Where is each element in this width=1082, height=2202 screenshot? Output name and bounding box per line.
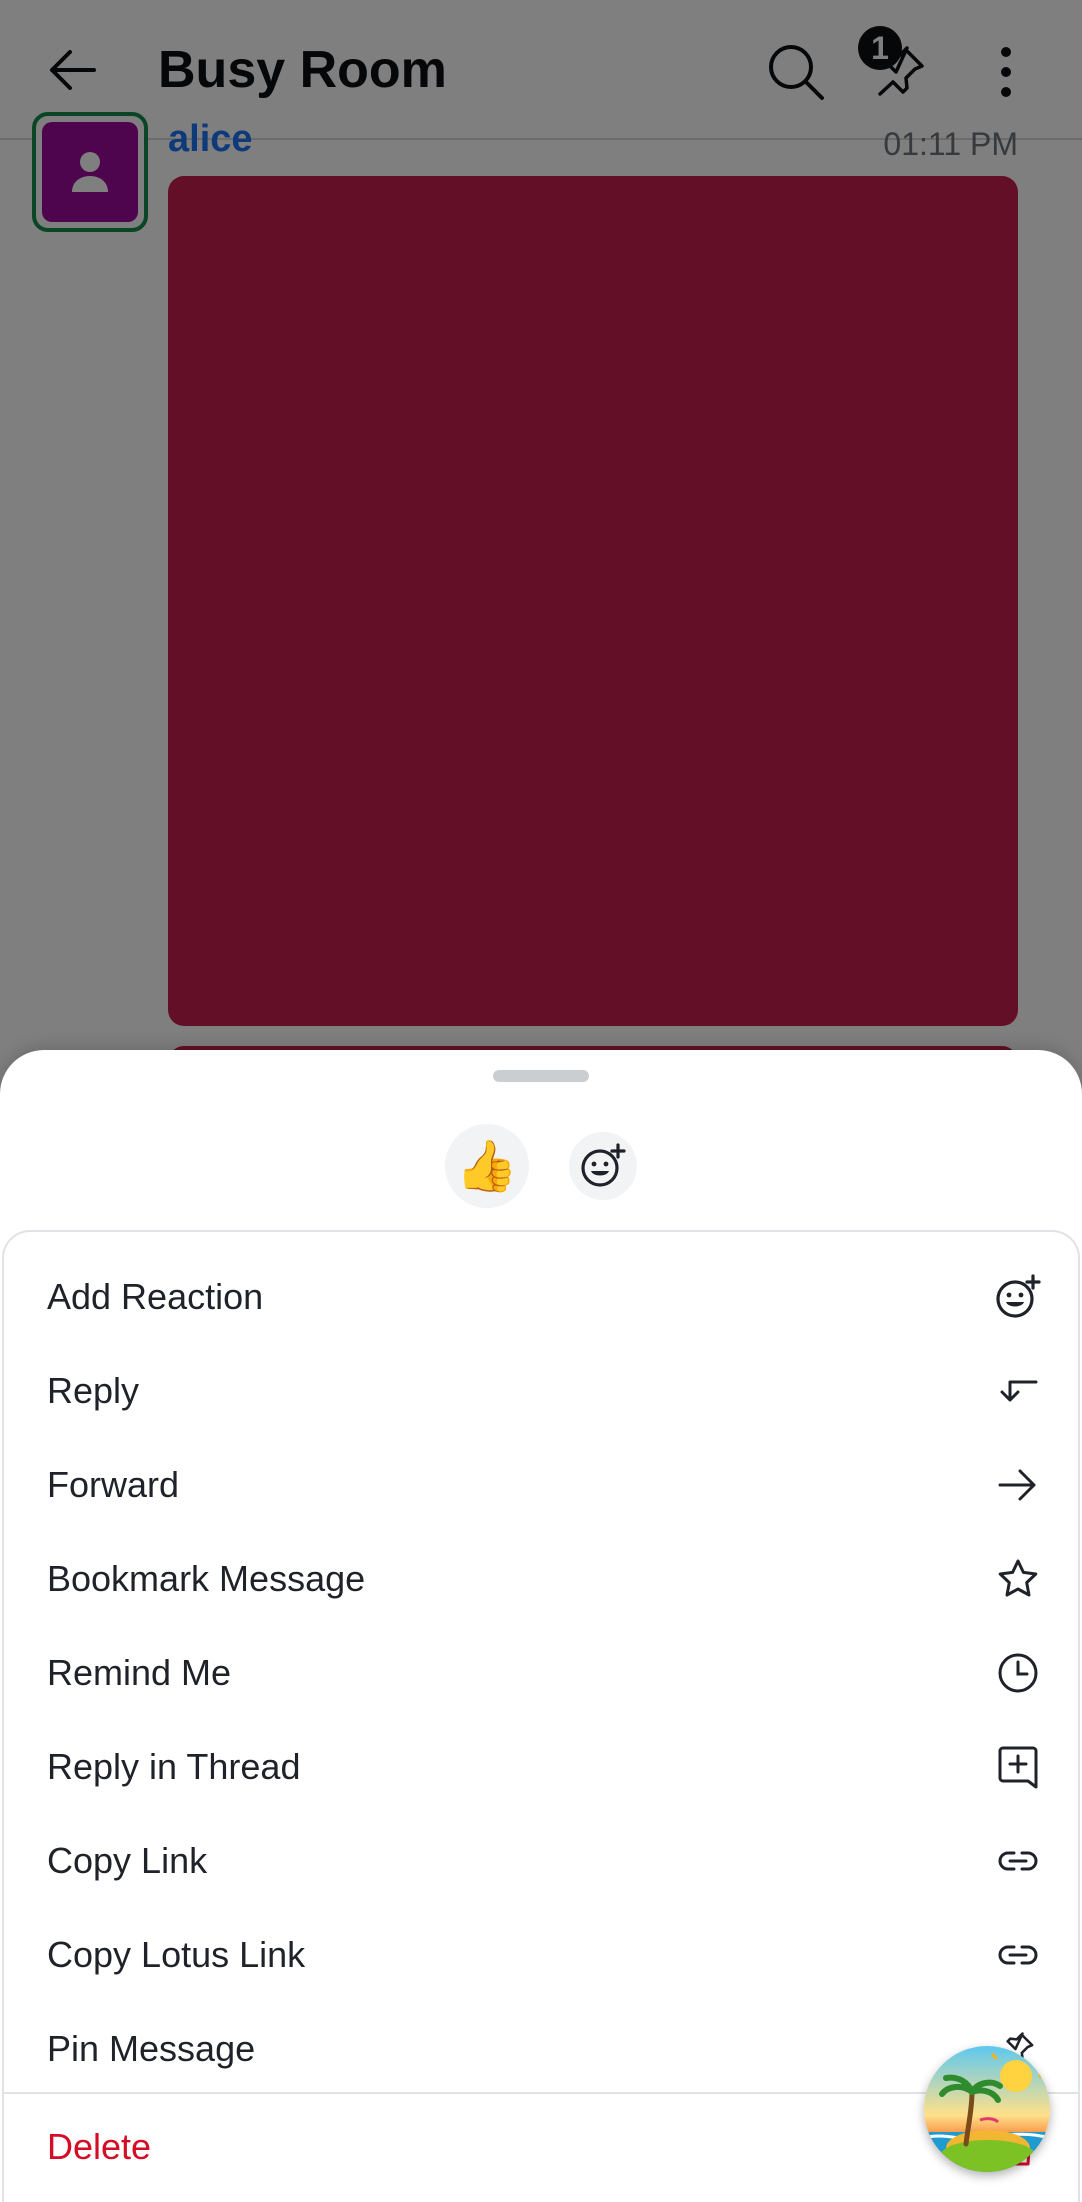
action-reply-in-thread[interactable]: Reply in Thread: [4, 1720, 1078, 1814]
action-reply[interactable]: Reply: [4, 1344, 1078, 1438]
action-label: Bookmark Message: [47, 1558, 366, 1599]
island-logo-icon: [924, 2046, 1050, 2172]
thumbs-up-icon: 👍: [455, 1137, 519, 1194]
action-label: Delete: [47, 2126, 152, 2167]
link-icon: [994, 1931, 1042, 1979]
action-pin-message[interactable]: Pin Message: [4, 2002, 1078, 2096]
action-copy-link[interactable]: Copy Link: [4, 1814, 1078, 1908]
action-label: Add Reaction: [47, 1276, 264, 1317]
action-label: Copy Lotus Link: [47, 1934, 306, 1975]
add-reaction-quick-button[interactable]: [569, 1132, 637, 1200]
action-bookmark-message[interactable]: Bookmark Message: [4, 1532, 1078, 1626]
sheet-drag-handle[interactable]: [493, 1070, 589, 1082]
action-remind-me[interactable]: Remind Me: [4, 1626, 1078, 1720]
message-actions-sheet: 👍 Add Reaction Reply Forward Bookmark Me…: [0, 1050, 1082, 2202]
action-label: Copy Link: [47, 1840, 208, 1881]
action-forward[interactable]: Forward: [4, 1438, 1078, 1532]
add-reaction-icon: [581, 1143, 626, 1187]
action-label: Reply: [47, 1370, 140, 1411]
floating-app-button[interactable]: [924, 2046, 1050, 2172]
clock-icon: [994, 1649, 1042, 1697]
action-label: Pin Message: [47, 2028, 256, 2069]
action-add-reaction[interactable]: Add Reaction: [4, 1250, 1078, 1344]
action-label: Remind Me: [47, 1652, 232, 1693]
reply-icon: [994, 1367, 1042, 1415]
action-label: Forward: [47, 1464, 180, 1505]
star-icon: [994, 1555, 1042, 1603]
quick-reactions-bar: 👍: [0, 1124, 1082, 1210]
actions-list: Add Reaction Reply Forward Bookmark Mess…: [2, 1230, 1080, 2202]
action-copy-lotus-link[interactable]: Copy Lotus Link: [4, 1908, 1078, 2002]
link-icon: [994, 1837, 1042, 1885]
thread-plus-icon: [994, 1743, 1042, 1791]
divider: [4, 2092, 1078, 2094]
action-delete[interactable]: Delete: [4, 2100, 1078, 2194]
add-reaction-icon: [994, 1273, 1042, 1321]
forward-arrow-icon: [994, 1461, 1042, 1509]
thumbs-up-reaction-button[interactable]: 👍: [445, 1124, 529, 1208]
action-label: Reply in Thread: [47, 1746, 301, 1787]
